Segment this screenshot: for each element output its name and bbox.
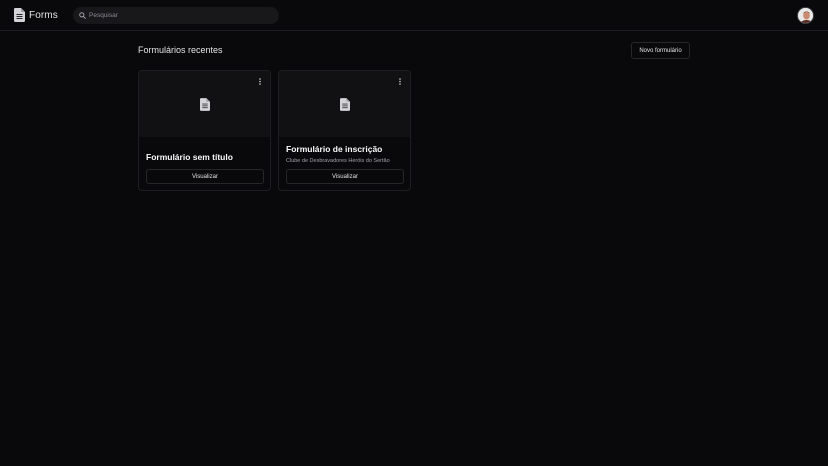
search-bar[interactable]	[73, 7, 279, 24]
user-avatar[interactable]	[797, 7, 814, 24]
document-icon	[14, 8, 25, 22]
form-card[interactable]: Formulário sem título Visualizar	[138, 70, 271, 191]
card-title: Formulário sem título	[146, 152, 233, 162]
card-preview[interactable]	[279, 71, 410, 137]
app-logo[interactable]: Forms	[14, 8, 58, 22]
more-vertical-icon[interactable]	[396, 76, 404, 86]
new-form-button[interactable]: Novo formulário	[631, 42, 690, 59]
search-icon	[79, 12, 86, 19]
card-preview[interactable]	[139, 71, 270, 137]
document-icon	[340, 98, 350, 116]
search-input[interactable]	[89, 12, 269, 19]
more-vertical-icon[interactable]	[256, 76, 264, 86]
card-subtitle: Clube de Desbravadores Heróis do Sertão	[286, 158, 390, 164]
view-button[interactable]: Visualizar	[286, 169, 404, 184]
view-button[interactable]: Visualizar	[146, 169, 264, 184]
card-title: Formulário de inscrição	[286, 144, 383, 154]
form-card[interactable]: Formulário de inscrição Clube de Desbrav…	[278, 70, 411, 191]
document-icon	[200, 98, 210, 116]
app-name: Forms	[29, 9, 58, 21]
page-title: Formulários recentes	[138, 45, 223, 55]
top-bar: Forms	[0, 0, 828, 31]
